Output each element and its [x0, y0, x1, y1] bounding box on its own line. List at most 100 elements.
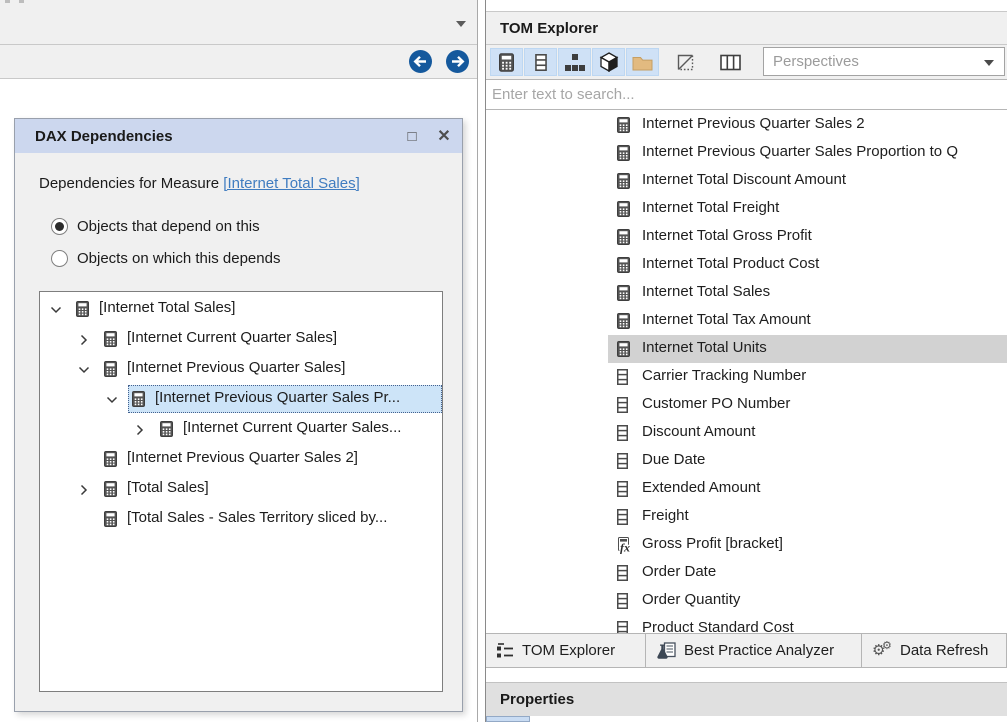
measure-icon [617, 117, 630, 133]
measure-icon [104, 481, 117, 497]
folders-toggle-button[interactable] [626, 48, 659, 76]
dax-tree-row[interactable]: [Internet Total Sales] [40, 294, 442, 324]
item-label: Internet Total Discount Amount [642, 171, 846, 188]
measure-link[interactable]: [Internet Total Sales] [223, 175, 359, 192]
tree-expander[interactable] [78, 333, 90, 351]
tree-expander[interactable] [50, 303, 62, 321]
model-tree-item[interactable]: Extended Amount [486, 475, 1007, 503]
dax-tree-row[interactable]: [Internet Previous Quarter Sales] [40, 354, 442, 384]
dax-tree-row[interactable]: [Internet Current Quarter Sales... [40, 414, 442, 444]
columns-toggle-button[interactable] [524, 48, 557, 76]
measure-icon [617, 285, 630, 306]
tables-toggle-button[interactable] [592, 48, 625, 76]
chevron-right-icon[interactable] [78, 334, 90, 346]
radio-selected-icon[interactable] [51, 218, 68, 235]
maximize-button[interactable]: □ [402, 126, 422, 146]
dax-tree-row[interactable]: [Total Sales] [40, 474, 442, 504]
model-tree-item[interactable]: Product Standard Cost [486, 615, 1007, 633]
measure-icon [617, 313, 630, 334]
tree-expander[interactable] [78, 363, 90, 381]
model-tree-item[interactable]: Internet Previous Quarter Sales Proporti… [486, 139, 1007, 167]
back-button[interactable] [409, 50, 432, 73]
column-icon [617, 453, 628, 474]
tree-expander[interactable] [106, 393, 118, 411]
tab-tom-explorer[interactable]: TOM Explorer [486, 634, 646, 667]
left-pane: DAX Dependencies □ ✕ Dependencies for Me… [0, 0, 478, 722]
column-icon [617, 621, 628, 633]
model-tree-item[interactable]: Discount Amount [486, 419, 1007, 447]
measure-icon [617, 229, 630, 245]
model-tree-item[interactable]: Internet Total Units [486, 335, 1007, 363]
model-tree-item[interactable]: Internet Total Sales [486, 279, 1007, 307]
dax-tree-row[interactable]: [Internet Previous Quarter Sales Pr... [40, 384, 442, 414]
model-tree-item[interactable]: fx Gross Profit [bracket] [486, 531, 1007, 559]
description-text: Dependencies for Measure [39, 175, 223, 192]
dax-dependencies-dialog: DAX Dependencies □ ✕ Dependencies for Me… [14, 118, 463, 712]
measures-icon [499, 53, 514, 72]
item-label: Order Date [642, 563, 716, 580]
property-grid-cell [486, 716, 530, 722]
chevron-down-icon[interactable] [456, 21, 466, 27]
measure-icon [132, 391, 145, 412]
measure-icon [104, 481, 117, 502]
model-tree-item[interactable]: Internet Total Tax Amount [486, 307, 1007, 335]
measure-icon [76, 301, 89, 317]
chevron-down-icon[interactable] [78, 364, 90, 376]
search-input[interactable] [486, 80, 1007, 109]
dax-tree-row[interactable]: [Internet Current Quarter Sales] [40, 324, 442, 354]
measure-icon [617, 257, 630, 278]
item-label: Internet Total Tax Amount [642, 311, 811, 328]
model-tree-item[interactable]: Order Quantity [486, 587, 1007, 615]
calculated-column-icon: fx [617, 537, 635, 554]
radio-objects-this-depends-on[interactable]: Objects on which this depends [51, 250, 280, 267]
measure-icon [76, 301, 89, 322]
partitions-toggle-button[interactable] [714, 48, 747, 76]
tab-data-refresh[interactable]: ⚙⚙Data Refresh [862, 634, 1007, 667]
model-tree-item[interactable]: Internet Total Freight [486, 195, 1007, 223]
perspectives-combobox[interactable]: Perspectives [763, 47, 1005, 76]
model-tree-item[interactable]: Freight [486, 503, 1007, 531]
dax-tree-row[interactable]: [Total Sales - Sales Territory sliced by… [40, 504, 442, 534]
tab-label: Data Refresh [900, 642, 988, 659]
measures-toggle-button[interactable] [490, 48, 523, 76]
item-label: Internet Total Gross Profit [642, 227, 812, 244]
hierarchies-toggle-button[interactable] [558, 48, 591, 76]
model-tree-item[interactable]: Internet Total Product Cost [486, 251, 1007, 279]
model-tree-item[interactable]: Internet Previous Quarter Sales 2 [486, 111, 1007, 139]
item-label: Internet Total Freight [642, 199, 779, 216]
chevron-right-icon[interactable] [134, 424, 146, 436]
measure-icon [617, 201, 630, 217]
model-tree-item[interactable]: Carrier Tracking Number [486, 363, 1007, 391]
model-tree-item[interactable]: Due Date [486, 447, 1007, 475]
partitions-icon [720, 54, 741, 71]
column-icon [617, 453, 628, 469]
tree-expander[interactable] [134, 423, 146, 441]
dax-tree-row[interactable]: [Internet Previous Quarter Sales 2] [40, 444, 442, 474]
dialog-titlebar[interactable]: DAX Dependencies □ ✕ [15, 119, 462, 153]
radio-label: Objects that depend on this [77, 218, 260, 235]
tree-expander[interactable] [78, 483, 90, 501]
column-icon [617, 565, 628, 586]
model-tree-item[interactable]: Customer PO Number [486, 391, 1007, 419]
chevron-down-icon[interactable] [50, 304, 62, 316]
hidden-objects-icon [676, 53, 695, 72]
radio-objects-that-depend[interactable]: Objects that depend on this [51, 218, 260, 235]
model-tree-item[interactable]: Internet Total Discount Amount [486, 167, 1007, 195]
item-label: Discount Amount [642, 423, 755, 440]
model-tree-item[interactable]: Order Date [486, 559, 1007, 587]
tab-best-practice-analyzer[interactable]: Best Practice Analyzer [646, 634, 862, 667]
properties-header: Properties [486, 682, 1007, 716]
measure-icon [160, 421, 173, 437]
measure-icon [104, 451, 117, 467]
radio-unselected-icon[interactable] [51, 250, 68, 267]
hidden-objects-toggle-button[interactable] [669, 48, 702, 76]
measure-icon [617, 341, 630, 357]
chevron-down-icon[interactable] [106, 394, 118, 406]
measure-icon [617, 229, 630, 250]
chevron-right-icon[interactable] [78, 484, 90, 496]
close-button[interactable]: ✕ [434, 126, 454, 146]
item-label: Gross Profit [bracket] [642, 535, 783, 552]
model-tree-item[interactable]: Internet Total Gross Profit [486, 223, 1007, 251]
measure-icon [617, 145, 630, 161]
forward-button[interactable] [446, 50, 469, 73]
